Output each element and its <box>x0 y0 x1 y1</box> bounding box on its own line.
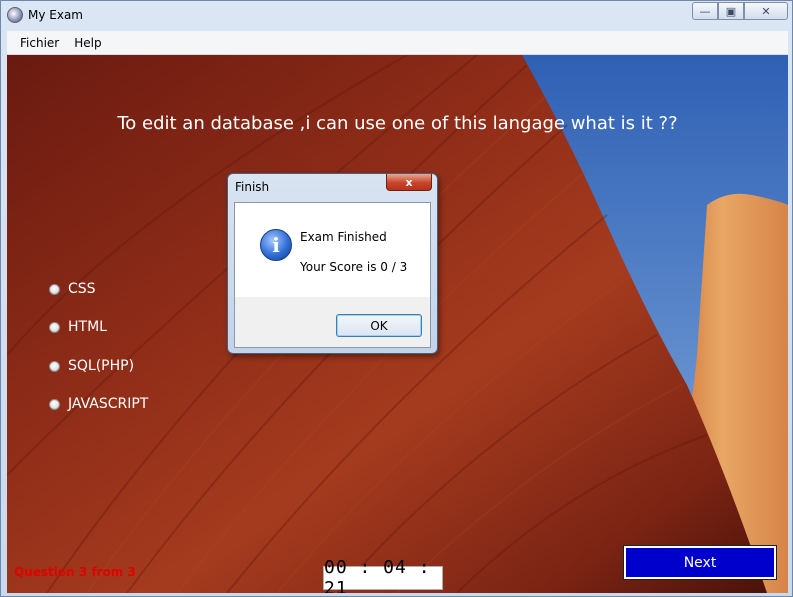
ok-button[interactable]: OK <box>336 314 422 337</box>
question-text: To edit an database ,i can use one of th… <box>117 113 678 134</box>
question-counter: Question 3 from 3 <box>14 565 136 579</box>
minimize-button[interactable]: — <box>692 2 718 20</box>
menu-help[interactable]: Help <box>68 36 110 50</box>
option-sql-php[interactable]: SQL(PHP) <box>49 358 134 374</box>
window-controls: — ▣ ✕ <box>692 2 788 21</box>
window-title: My Exam <box>28 8 83 22</box>
close-icon: ✕ <box>761 4 771 18</box>
radio-button[interactable] <box>49 360 60 372</box>
menu-bar: Fichier Help <box>7 31 788 55</box>
option-label: JAVASCRIPT <box>68 396 149 412</box>
score-message: Your Score is 0 / 3 <box>300 260 408 274</box>
option-label: CSS <box>68 281 96 297</box>
dialog-close-button[interactable]: x <box>386 174 432 191</box>
close-button[interactable]: ✕ <box>744 2 788 20</box>
dialog-message: Exam Finished <box>300 230 387 244</box>
radio-button[interactable] <box>49 398 60 410</box>
info-icon: i <box>260 229 292 261</box>
maximize-icon: ▣ <box>725 4 737 18</box>
maximize-button[interactable]: ▣ <box>718 2 744 20</box>
close-icon: x <box>405 175 413 189</box>
option-html[interactable]: HTML <box>49 319 107 335</box>
title-bar[interactable]: My Exam — ▣ ✕ <box>1 1 792 31</box>
minimize-icon: — <box>699 4 711 18</box>
dialog-body: i Exam Finished Your Score is 0 / 3 OK <box>234 202 431 348</box>
menu-fichier[interactable]: Fichier <box>7 36 68 50</box>
app-icon <box>7 7 23 23</box>
option-css[interactable]: CSS <box>49 281 96 297</box>
finish-dialog: Finish x i Exam Finished Your Score is 0… <box>227 173 438 354</box>
radio-button[interactable] <box>49 321 60 333</box>
option-label: SQL(PHP) <box>68 358 135 374</box>
option-javascript[interactable]: JAVASCRIPT <box>49 396 148 412</box>
exam-timer: 00 : 04 : 21 <box>323 557 443 593</box>
option-label: HTML <box>68 319 107 335</box>
dialog-title: Finish <box>235 180 270 194</box>
radio-button[interactable] <box>49 283 60 295</box>
next-button[interactable]: Next <box>624 546 776 579</box>
